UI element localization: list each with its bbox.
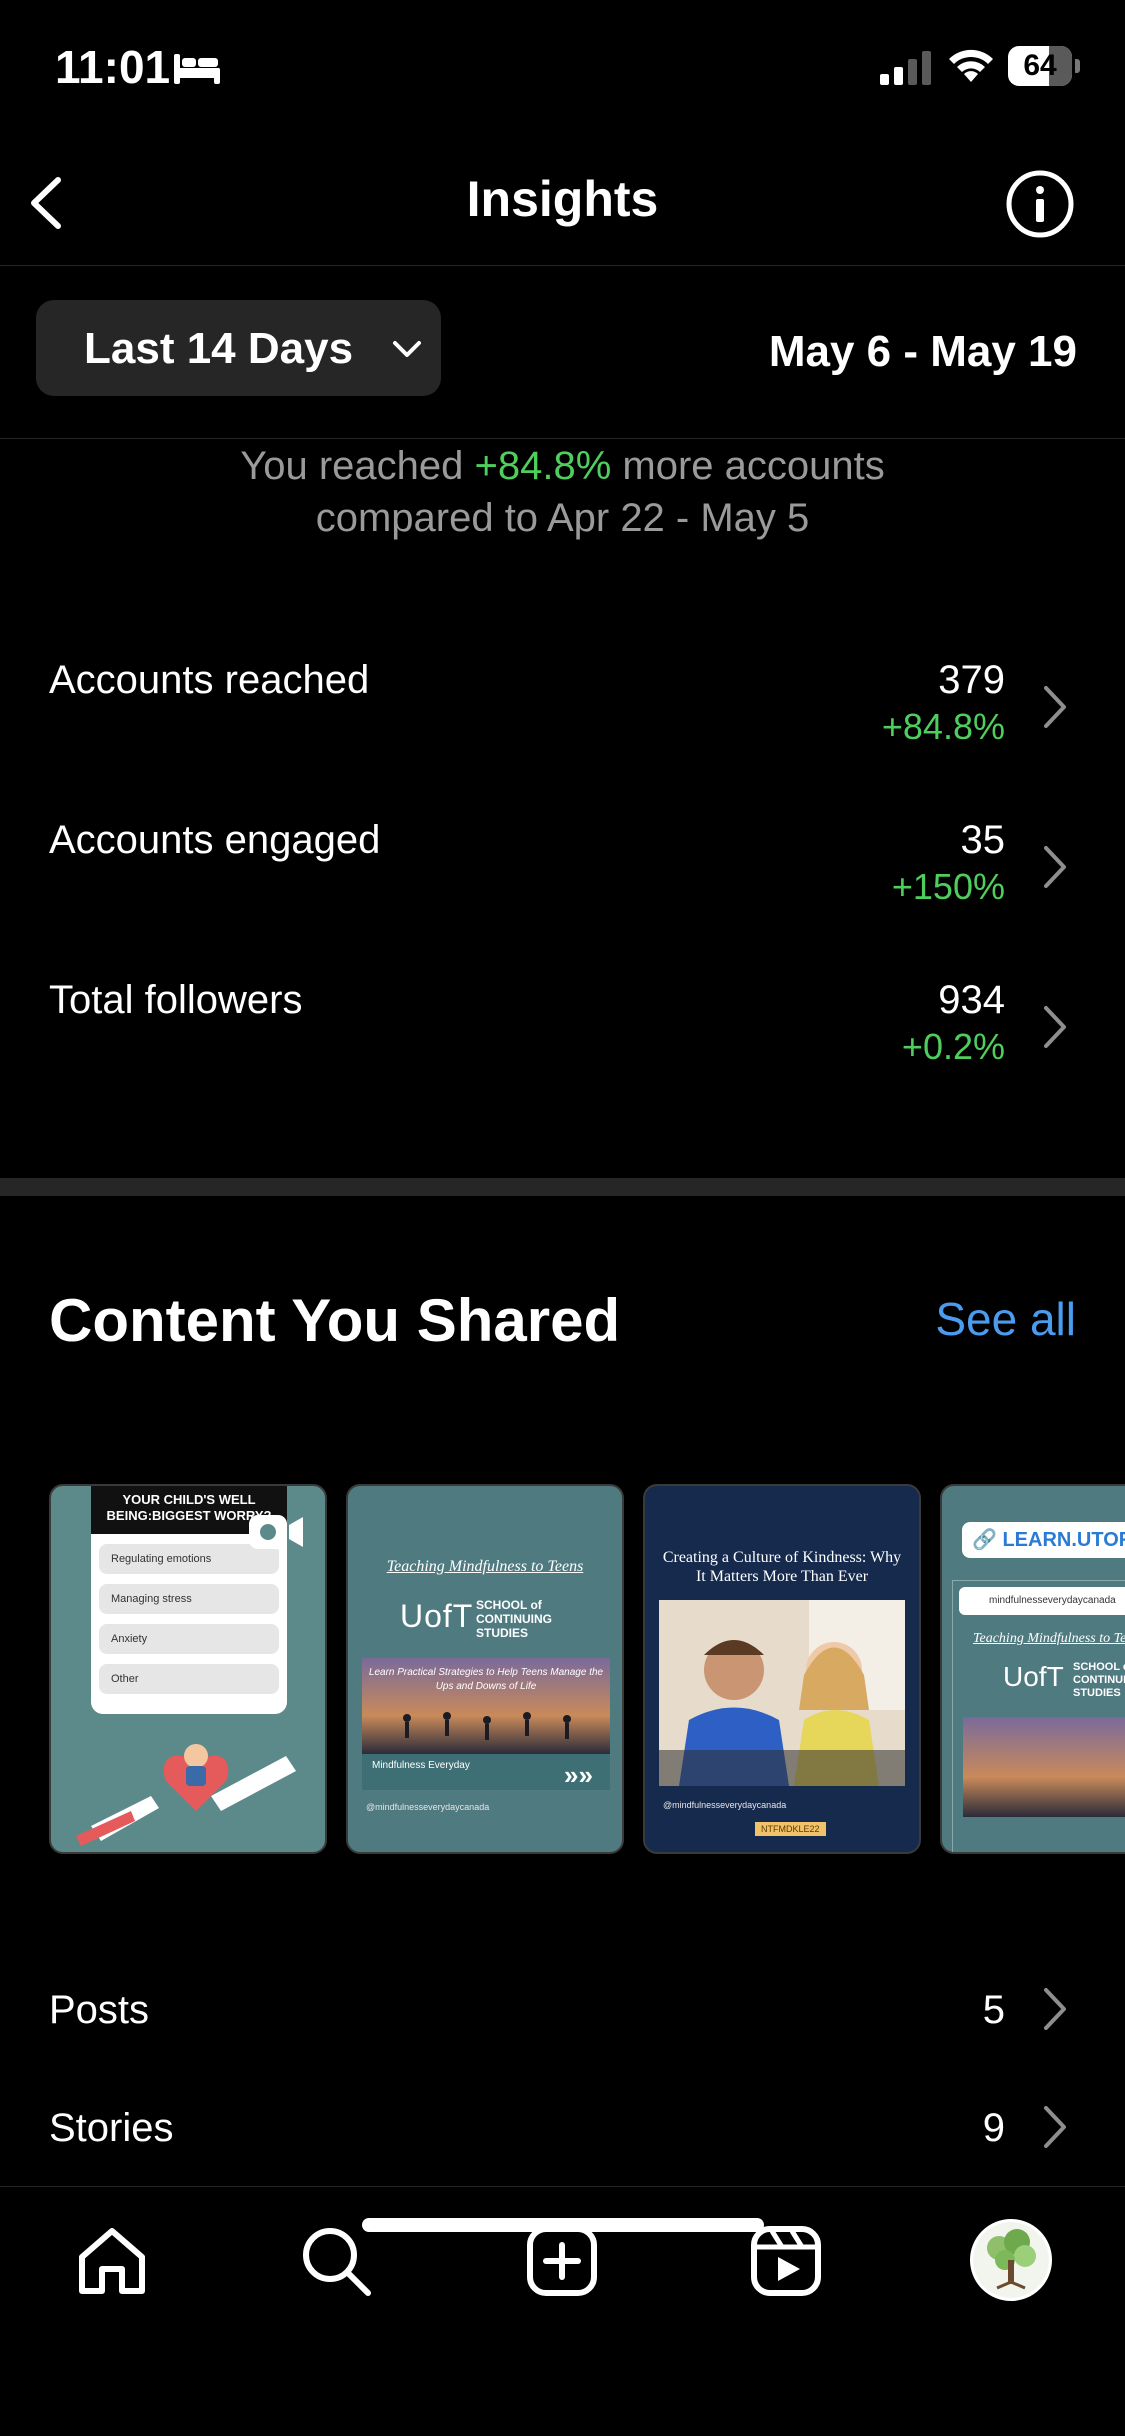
summary-prefix: You reached [240, 444, 475, 488]
metric-total-followers[interactable]: Total followers 934 +0.2% [0, 978, 1125, 1098]
video-camera-icon [249, 1515, 303, 1549]
content-section-title: Content You Shared [49, 1287, 621, 1354]
banner-text: Learn Practical Strategies to Help Teens… [368, 1667, 604, 1692]
list-count: 9 [982, 2106, 1005, 2150]
list-count: 5 [982, 1988, 1005, 2032]
uoft-logo: UofT [400, 1598, 474, 1634]
school-name: SCHOOL of CONTINUING STUDIES [476, 1598, 552, 1640]
summary-comparison: compared to Apr 22 - May 5 [315, 496, 810, 540]
chevron-right-icon [1044, 846, 1066, 888]
metric-label: Accounts reached [49, 658, 370, 702]
home-indicator [362, 2218, 764, 2232]
date-range-label: Last 14 Days [84, 324, 354, 373]
section-divider [0, 1178, 1125, 1196]
children-photo [659, 1600, 905, 1786]
content-thumbnail[interactable]: YOUR CHILD'S WELL BEING:BIGGEST WORRY? R… [49, 1484, 327, 1854]
heart-hands-illustration [76, 1744, 296, 1846]
status-bar: 11:01 64 [0, 0, 1125, 140]
forward-arrows-icon: »» [564, 1760, 593, 1790]
nav-header: Insights [0, 140, 1125, 266]
summary-change: +84.8% [474, 444, 612, 488]
list-label: Stories [49, 2106, 174, 2150]
metric-change: +0.2% [901, 1026, 1005, 1067]
reels-icon[interactable] [748, 2223, 824, 2299]
metric-label: Total followers [49, 978, 303, 1022]
chevron-down-icon [393, 341, 421, 357]
metric-value: 934 [938, 978, 1005, 1022]
home-icon[interactable] [74, 2223, 150, 2299]
chevron-right-icon [1044, 1006, 1066, 1048]
sunset-banner: Learn Practical Strategies to Help Teens… [362, 1658, 610, 1754]
metric-change: +150% [891, 866, 1005, 907]
date-range-dropdown[interactable]: Last 14 Days [36, 300, 441, 396]
reshared-post: mindfulnesseverydaycanada Teaching Mindf… [952, 1580, 1125, 1852]
list-row-posts[interactable]: Posts 5 [0, 1988, 1125, 2068]
content-thumbnail[interactable]: Teaching Mindfulness to Teens UofT SCHOO… [346, 1484, 624, 1854]
thumbnail-title: Teaching Mindfulness to Teens [386, 1558, 584, 1575]
chevron-right-icon [1044, 1988, 1066, 2030]
thumbnail-title: Creating a Culture of Kindness: Why It M… [657, 1548, 907, 1586]
metric-accounts-reached[interactable]: Accounts reached 379 +84.8% [0, 658, 1125, 778]
chevron-right-icon [1044, 2106, 1066, 2148]
list-row-stories[interactable]: Stories 9 [0, 2106, 1125, 2186]
metric-change: +84.8% [881, 706, 1005, 747]
link-sticker: 🔗 LEARN.UTORONTO [962, 1522, 1125, 1558]
content-thumbnails: YOUR CHILD'S WELL BEING:BIGGEST WORRY? R… [0, 1484, 1125, 1854]
battery-level: 64 [1023, 49, 1057, 82]
tree-logo-icon [973, 2222, 1049, 2298]
brand-name: Mindfulness Everyday [372, 1760, 470, 1771]
thumbnail-handle: @mindfulnesseverydaycanada [366, 1802, 490, 1812]
reach-summary: You reached +84.8% more accounts compare… [0, 440, 1125, 544]
info-icon[interactable] [1004, 168, 1076, 240]
poll-option: Anxiety [99, 1624, 279, 1654]
profile-avatar[interactable] [970, 2219, 1052, 2301]
signal-icon [880, 51, 931, 85]
battery-indicator: 64 [1008, 46, 1080, 86]
jumping-people-illustration [403, 1712, 571, 1740]
reshare-banner [963, 1717, 1125, 1817]
page-title: Insights [466, 171, 659, 227]
list-label: Posts [49, 1988, 150, 2032]
metric-value: 379 [938, 658, 1005, 702]
wifi-icon [949, 49, 993, 82]
search-icon[interactable] [298, 2223, 374, 2299]
metric-label: Accounts engaged [49, 818, 381, 862]
poll-option: Managing stress [99, 1584, 279, 1614]
filter-row: Last 14 Days May 6 - May 19 [0, 267, 1125, 439]
metric-accounts-engaged[interactable]: Accounts engaged 35 +150% [0, 818, 1125, 938]
thumbnail-handle: @mindfulnesseverydaycanada [663, 1800, 787, 1810]
create-icon[interactable] [524, 2223, 600, 2299]
content-thumbnail[interactable]: Creating a Culture of Kindness: Why It M… [643, 1484, 921, 1854]
summary-suffix: more accounts [611, 444, 885, 488]
reshare-logo: UofT [1003, 1661, 1064, 1692]
link-url: LEARN.UTORONTO [1002, 1529, 1125, 1551]
reshare-handle: mindfulnesseverydaycanada [959, 1587, 1125, 1615]
poll-option: Other [99, 1664, 279, 1694]
chevron-right-icon [1044, 686, 1066, 728]
reshare-school: SCHOOL of CONTINUING STUDIES [1073, 1661, 1125, 1699]
date-range-text: May 6 - May 19 [768, 327, 1077, 376]
metric-value: 35 [960, 818, 1006, 862]
thumbnail-tag: NTFMDKLE22 [755, 1822, 826, 1836]
bed-icon [174, 54, 220, 84]
reshare-title: Teaching Mindfulness to Teens [973, 1631, 1125, 1646]
content-thumbnail[interactable]: 🔗 LEARN.UTORONTO mindfulnesseverydaycana… [940, 1484, 1125, 1854]
status-time: 11:01 [55, 41, 171, 93]
see-all-link[interactable]: See all [935, 1292, 1076, 1346]
